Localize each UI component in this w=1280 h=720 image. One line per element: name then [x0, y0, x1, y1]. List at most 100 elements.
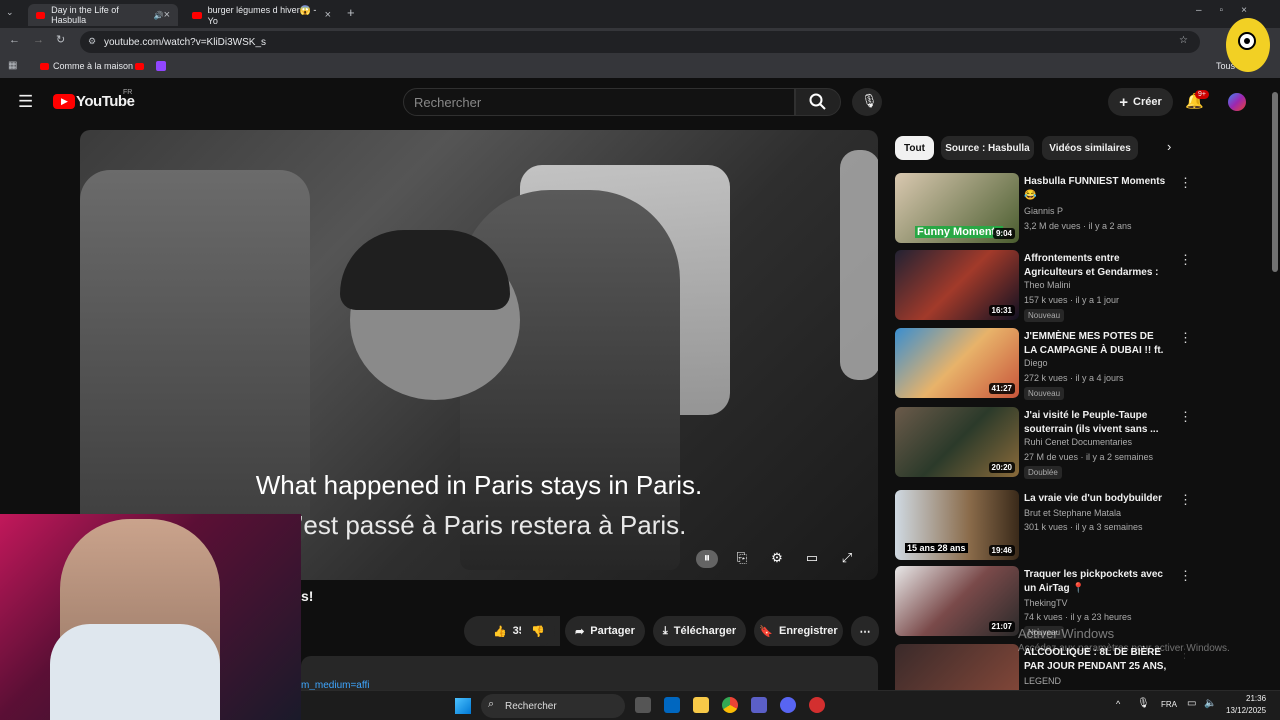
clock-time[interactable]: 21:36 — [1246, 694, 1266, 703]
recommendation-item[interactable]: Funny Moments 9:04 Hasbulla FUNNIEST Mom… — [895, 173, 1192, 245]
clock-date[interactable]: 13/12/2025 — [1226, 706, 1266, 715]
rec-title[interactable]: Hasbulla FUNNIEST Moments 😂 — [1024, 175, 1169, 203]
avatar[interactable] — [1228, 93, 1246, 111]
audio-icon[interactable]: 🔊 — [154, 11, 164, 20]
subtitles-icon[interactable]: ⎘ — [731, 550, 753, 568]
dislike-button[interactable]: 👎 — [521, 616, 555, 646]
recommendation-item[interactable]: 41:27 J'EMMÈNE MES POTES DE LA CAMPAGNE … — [895, 328, 1192, 400]
download-label: Télécharger — [673, 625, 737, 637]
tab-burger[interactable]: burger légumes d hiver😱 - Yo × — [184, 4, 339, 26]
back-icon[interactable]: ← — [9, 34, 20, 46]
search-input[interactable]: Rechercher — [403, 88, 795, 116]
chip-similar[interactable]: Vidéos similaires — [1042, 136, 1138, 160]
tab-search-icon[interactable]: ⌄ — [6, 7, 14, 18]
new-badge: Nouveau — [1024, 309, 1065, 322]
voice-search-button[interactable]: 🎙 — [852, 88, 882, 116]
youtube-masthead: ☰ ▶ YouTube FR Rechercher 🎙 + Créer 🔔 9+ — [0, 80, 1270, 124]
video-player[interactable]: What happened in Paris stays in Paris. i… — [80, 130, 878, 580]
recommendation-item[interactable]: 16:31 Affrontements entre Agriculteurs e… — [895, 250, 1192, 322]
rec-channel[interactable]: Giannis P — [1024, 206, 1063, 216]
more-options-icon[interactable]: ⋮ — [1179, 492, 1192, 508]
twitch-bookmark-icon[interactable] — [156, 61, 166, 71]
video-thumbnail[interactable]: 15 ans 28 ans 19:46 — [895, 490, 1019, 560]
new-tab-button[interactable]: + — [347, 5, 355, 20]
reload-icon[interactable]: ↻ — [56, 33, 65, 46]
close-tab-icon[interactable]: × — [325, 9, 331, 21]
rec-title[interactable]: J'ai visité le Peuple-Taupe souterrain (… — [1024, 409, 1169, 437]
site-info-icon[interactable]: ⚙ — [88, 36, 96, 47]
rec-channel[interactable]: Theo Malini — [1024, 280, 1071, 290]
language-indicator[interactable]: FRA — [1161, 700, 1177, 709]
fullscreen-icon[interactable]: ⤢ — [836, 550, 858, 568]
settings-gear-icon[interactable]: ⚙ — [766, 550, 788, 568]
app-icon[interactable] — [809, 697, 825, 713]
chip-source[interactable]: Source : Hasbulla — [941, 136, 1034, 160]
more-options-icon[interactable]: ⋮ — [1179, 568, 1192, 584]
task-view-icon[interactable] — [635, 697, 651, 713]
more-options-icon[interactable]: ⋮ — [1179, 330, 1192, 346]
video-thumbnail[interactable]: 21:07 — [895, 566, 1019, 636]
page-scrollbar[interactable] — [1270, 80, 1280, 690]
autoplay-toggle[interactable]: ⏸ — [696, 550, 718, 568]
rec-channel[interactable]: Ruhi Cenet Documentaries — [1024, 437, 1132, 447]
rec-channel[interactable]: Diego — [1024, 358, 1048, 368]
recommendation-item[interactable]: 20:20 J'ai visité le Peuple-Taupe souter… — [895, 407, 1192, 479]
rec-title[interactable]: Traquer les pickpockets avec un AirTag 📍 — [1024, 568, 1169, 596]
more-actions-button[interactable]: ⋯ — [851, 616, 879, 646]
thumbs-up-icon: 👍 — [492, 625, 507, 638]
taskbar-search[interactable]: ⌕ Rechercher — [481, 694, 625, 718]
video-thumbnail[interactable]: 41:27 — [895, 328, 1019, 398]
close-tab-icon[interactable]: × — [164, 9, 170, 21]
scrollbar-thumb[interactable] — [1272, 92, 1278, 272]
chrome-icon[interactable] — [722, 697, 738, 713]
video-thumbnail[interactable]: 20:20 — [895, 407, 1019, 477]
file-explorer-icon[interactable] — [693, 697, 709, 713]
youtube-bookmark-icon[interactable] — [135, 63, 144, 70]
more-options-icon[interactable]: ⋮ — [1179, 175, 1192, 191]
rec-meta: 3,2 M de vues · il y a 2 ans — [1024, 221, 1132, 231]
theater-mode-icon[interactable]: ▭ — [801, 550, 823, 568]
chevron-right-icon[interactable]: › — [1167, 139, 1171, 154]
bookmark-star-icon[interactable]: ☆ — [1179, 35, 1188, 46]
menu-icon[interactable]: ☰ — [18, 92, 33, 112]
teams-icon[interactable] — [751, 697, 767, 713]
search-button[interactable] — [795, 88, 841, 116]
windows-start-icon[interactable] — [455, 698, 471, 714]
forward-icon[interactable]: → — [33, 34, 44, 46]
save-button[interactable]: 🔖 Enregistrer — [754, 616, 843, 646]
microphone-tray-icon[interactable]: 🎙 — [1137, 698, 1150, 709]
network-icon[interactable]: ▭ — [1187, 698, 1196, 709]
apps-grid-icon[interactable]: ▦ — [8, 60, 17, 71]
share-icon: ➦ — [575, 625, 585, 638]
create-button[interactable]: + Créer — [1108, 88, 1173, 116]
tab-hasbulla[interactable]: Day in the Life of Hasbulla 🔊 × — [28, 4, 178, 26]
rec-channel[interactable]: Brut et Stephane Matala — [1024, 508, 1121, 518]
more-options-icon[interactable]: ⋮ — [1179, 409, 1192, 425]
rec-title[interactable]: J'EMMÈNE MES POTES DE LA CAMPAGNE À DUBA… — [1024, 330, 1169, 358]
rec-channel[interactable]: ThekingTV — [1024, 598, 1068, 608]
rec-channel[interactable]: LEGEND — [1024, 676, 1061, 686]
video-thumbnail[interactable]: Funny Moments 9:04 — [895, 173, 1019, 243]
youtube-favicon-icon — [192, 11, 202, 19]
notification-count-badge: 9+ — [1195, 90, 1209, 99]
window-controls[interactable]: –▫× — [1196, 5, 1265, 16]
rec-title[interactable]: Affrontements entre Agriculteurs et Gend… — [1024, 252, 1169, 280]
duration-badge: 16:31 — [988, 305, 1015, 316]
discord-icon[interactable] — [780, 697, 796, 713]
more-options-icon[interactable]: ⋮ — [1179, 252, 1192, 268]
chevron-up-icon[interactable]: ^ — [1116, 699, 1120, 709]
share-button[interactable]: ➦ Partager — [565, 616, 645, 646]
video-thumbnail[interactable]: 16:31 — [895, 250, 1019, 320]
url-field[interactable]: ⚙ youtube.com/watch?v=KliDi3WSK_s ☆ — [80, 31, 1200, 53]
bookmark-comme-a-la-maison[interactable]: Comme à la maison — [53, 61, 133, 71]
volume-icon[interactable]: 🔈 — [1204, 698, 1216, 709]
video-thumbnail[interactable] — [895, 644, 1019, 690]
car-window-scene — [840, 150, 878, 380]
youtube-logo-icon[interactable]: ▶ — [53, 94, 75, 109]
chip-tout[interactable]: Tout — [895, 136, 934, 160]
rec-title[interactable]: La vraie vie d'un bodybuilder — [1024, 492, 1169, 506]
recommendation-item[interactable]: 15 ans 28 ans 19:46 La vraie vie d'un bo… — [895, 490, 1192, 562]
store-icon[interactable] — [664, 697, 680, 713]
download-button[interactable]: ⤓ Télécharger — [653, 616, 746, 646]
rec-meta: 272 k vues · il y a 4 jours — [1024, 373, 1124, 383]
